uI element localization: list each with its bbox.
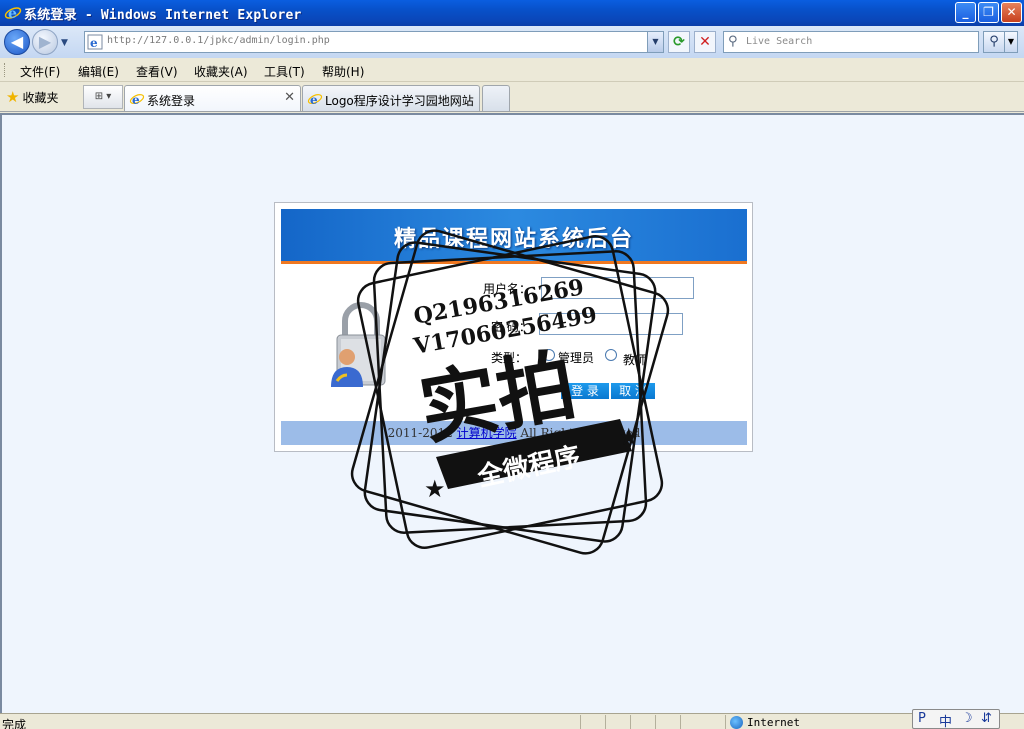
status-bar: 完成 Internet <box>0 713 1024 729</box>
status-text: 完成 <box>2 718 27 729</box>
back-button[interactable]: ◀ <box>4 29 30 55</box>
recent-pages-dropdown[interactable]: ▼ <box>61 38 68 48</box>
status-divider <box>680 715 681 729</box>
refresh-button[interactable]: ⟳ <box>668 31 690 53</box>
menu-tools[interactable]: 工具(T) <box>264 63 305 80</box>
page-icon: e <box>87 34 103 50</box>
svg-text:e: e <box>8 6 17 22</box>
address-toolbar: ◀ ▶ ▼ e http://127.0.0.1/jpkc/admin/logi… <box>0 26 1024 58</box>
window-title: 系统登录 - Windows Internet Explorer <box>24 8 302 23</box>
tab-bar: ★ 收藏夹 ⊞ ▾ e 系统登录 ✕ e Logo程序设计学习园地网站 <box>0 82 1024 112</box>
new-tab-button[interactable] <box>482 85 510 111</box>
zone-label: Internet <box>747 716 800 729</box>
close-tab-icon[interactable]: ✕ <box>284 90 295 105</box>
status-divider <box>655 715 656 729</box>
url-text[interactable]: http://127.0.0.1/jpkc/admin/login.php <box>107 35 330 46</box>
menu-edit[interactable]: 编辑(E) <box>78 63 119 80</box>
tab-login[interactable]: e 系统登录 ✕ <box>124 85 301 111</box>
menu-view[interactable]: 查看(V) <box>136 63 178 80</box>
status-divider <box>630 715 631 729</box>
tab-label: 系统登录 <box>147 94 196 108</box>
globe-icon <box>730 716 743 729</box>
star-icon: ★ <box>424 475 446 503</box>
star-icon: ★ <box>618 423 640 451</box>
ime-p-icon[interactable]: P <box>918 711 926 726</box>
security-zone[interactable]: Internet <box>730 715 800 729</box>
ime-chinese-icon[interactable]: 中 <box>939 711 952 729</box>
toolbar-grip[interactable] <box>4 63 7 77</box>
favorites-star-icon: ★ <box>6 88 20 106</box>
window-title-bar: e 系统登录 - Windows Internet Explorer _ ❐ ✕ <box>0 0 1024 26</box>
search-options-dropdown[interactable]: ▼ <box>1005 31 1018 53</box>
forward-arrow-icon: ▶ <box>38 32 52 51</box>
search-provider-icon: ⚲ <box>728 34 738 49</box>
ime-language-bar[interactable]: P 中 ☽ ⇵ <box>912 709 1000 729</box>
status-divider <box>725 715 726 729</box>
address-bar[interactable]: e http://127.0.0.1/jpkc/admin/login.php … <box>84 31 664 53</box>
ime-moon-icon[interactable]: ☽ <box>961 711 973 726</box>
stop-button[interactable]: ✕ <box>694 31 716 53</box>
close-window-button[interactable]: ✕ <box>1001 2 1022 23</box>
svg-text:e: e <box>90 36 98 50</box>
watermark-stamp: Q2196316269 V17060256499 实拍 全微程序 ★ ★ <box>350 229 670 555</box>
favorites-button[interactable]: ★ 收藏夹 <box>6 88 58 106</box>
menu-bar: 文件(F) 编辑(E) 查看(V) 收藏夹(A) 工具(T) 帮助(H) <box>0 58 1024 82</box>
status-divider <box>605 715 606 729</box>
status-divider <box>580 715 581 729</box>
page-icon: e <box>129 93 145 107</box>
search-go-button[interactable]: ⚲ <box>983 31 1005 53</box>
minimize-button[interactable]: _ <box>955 2 976 23</box>
tab-logo-site[interactable]: e Logo程序设计学习园地网站 <box>302 85 480 111</box>
address-dropdown-icon[interactable]: ▼ <box>647 32 663 52</box>
quick-tabs-button[interactable]: ⊞ ▾ <box>83 85 123 109</box>
page-icon: e <box>307 93 323 107</box>
menu-help[interactable]: 帮助(H) <box>322 63 364 80</box>
internet-explorer-icon: e <box>4 6 22 22</box>
menu-file[interactable]: 文件(F) <box>20 63 60 80</box>
ime-punct-icon[interactable]: ⇵ <box>981 711 992 726</box>
forward-button[interactable]: ▶ <box>32 29 58 55</box>
menu-favorites[interactable]: 收藏夹(A) <box>194 63 248 80</box>
svg-text:e: e <box>310 93 318 107</box>
svg-text:e: e <box>132 93 140 107</box>
back-arrow-icon: ◀ <box>10 32 24 51</box>
favorites-label: 收藏夹 <box>22 91 59 105</box>
tab-label: Logo程序设计学习园地网站 <box>325 94 474 108</box>
search-placeholder: Live Search <box>746 36 813 47</box>
search-input[interactable]: ⚲ Live Search <box>723 31 979 53</box>
restore-button[interactable]: ❐ <box>978 2 999 23</box>
